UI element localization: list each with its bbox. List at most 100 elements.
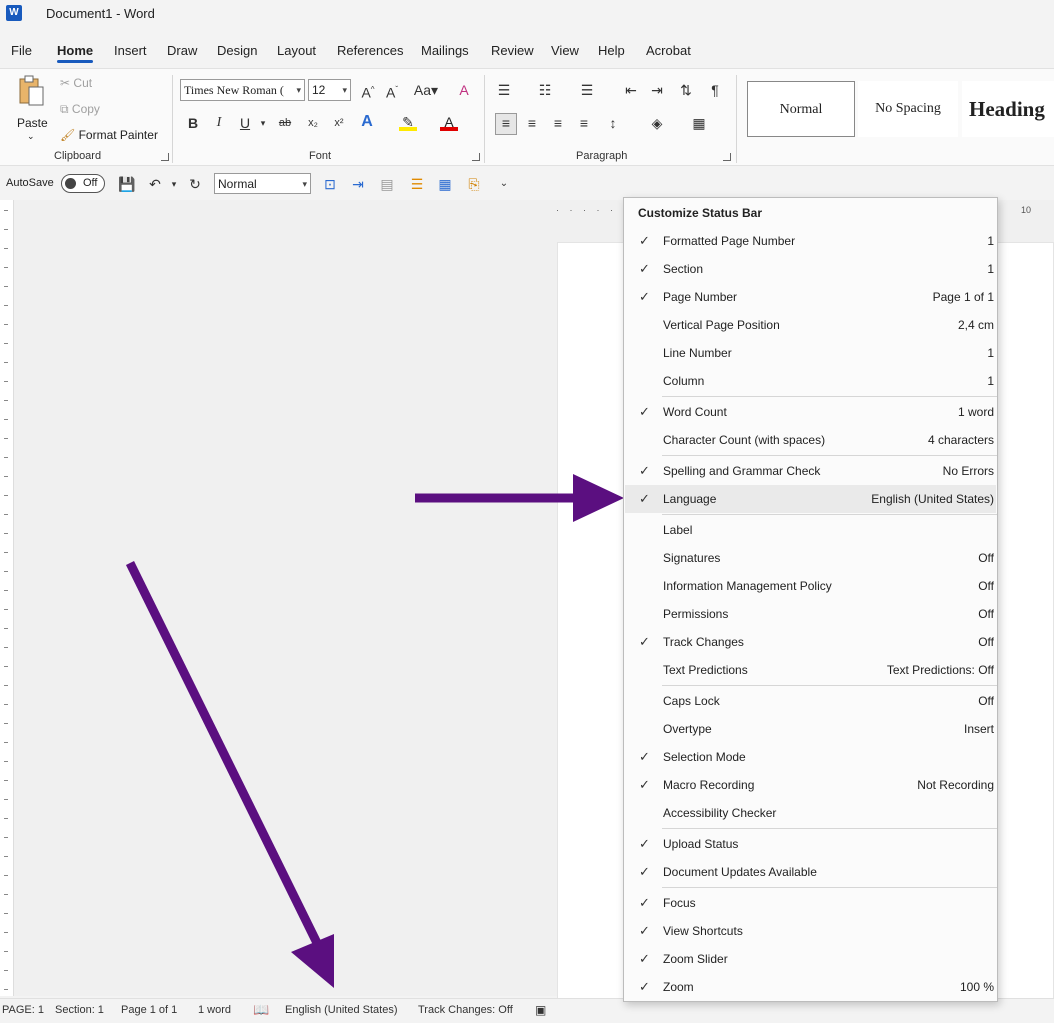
clipboard-launcher-icon[interactable] (161, 153, 169, 161)
customize-qat-icon[interactable]: ⌄ (495, 175, 513, 193)
autosave-toggle[interactable]: Off (61, 174, 105, 193)
menu-item-accessibility-checker[interactable]: Accessibility Checker (625, 799, 996, 827)
highlight-icon[interactable]: ✎ (399, 113, 417, 131)
menu-item-selection-mode[interactable]: ✓ Selection Mode (625, 743, 996, 771)
justify-icon[interactable]: ≡ (575, 114, 593, 132)
book-icon[interactable]: 📖 (253, 1002, 269, 1018)
menu-item-permissions[interactable]: Permissions Off (625, 600, 996, 628)
bullets-icon[interactable]: ☰ (495, 81, 513, 99)
tab-references[interactable]: References (337, 43, 403, 58)
paragraph-launcher-icon[interactable] (723, 153, 731, 161)
align-right-icon[interactable]: ≡ (549, 114, 567, 132)
status-page[interactable]: PAGE: 1 (2, 1004, 44, 1016)
menu-item-track-changes[interactable]: ✓ Track Changes Off (625, 628, 996, 656)
cut-button[interactable]: ✂ Cut (60, 76, 92, 90)
font-size-select[interactable]: 12 ▾ (308, 79, 351, 101)
menu-item-language[interactable]: ✓ Language English (United States) (625, 485, 996, 513)
borders-icon[interactable]: ▦ (690, 114, 708, 132)
menu-item-caps-lock[interactable]: Caps Lock Off (625, 687, 996, 715)
font-launcher-icon[interactable] (472, 153, 480, 161)
shrink-font-icon[interactable]: Aˇ (383, 81, 401, 101)
format-painter-button[interactable]: 🖌 Format Painter (60, 128, 158, 142)
menu-item-focus[interactable]: ✓ Focus (625, 889, 996, 917)
multilevel-list-icon[interactable]: ☰ (578, 81, 596, 99)
document-icon[interactable]: ▤ (378, 175, 396, 193)
align-left-icon[interactable]: ≡ (495, 113, 517, 135)
superscript-icon[interactable]: x² (330, 114, 348, 132)
menu-item-information-management-policy[interactable]: Information Management Policy Off (625, 572, 996, 600)
underline-button[interactable]: U (236, 114, 254, 132)
menu-item-character-count-with-spaces[interactable]: Character Count (with spaces) 4 character… (625, 426, 996, 454)
status-language[interactable]: English (United States) (285, 1004, 398, 1016)
align-center-icon[interactable]: ≡ (523, 114, 541, 132)
menu-item-document-updates-available[interactable]: ✓ Document Updates Available (625, 858, 996, 886)
bold-button[interactable]: B (184, 114, 202, 132)
style-heading[interactable]: Heading (962, 81, 1054, 137)
copy-button[interactable]: ⧉ Copy (60, 102, 100, 117)
shading-icon[interactable]: ◈ (648, 114, 666, 132)
chevron-down-icon[interactable]: ▾ (165, 175, 183, 193)
sort-icon[interactable]: ⇅ (677, 81, 695, 99)
menu-item-view-shortcuts[interactable]: ✓ View Shortcuts (625, 917, 996, 945)
menu-item-zoom-slider[interactable]: ✓ Zoom Slider (625, 945, 996, 973)
text-effects-icon[interactable]: A (358, 113, 376, 131)
menu-item-page-number[interactable]: ✓ Page Number Page 1 of 1 (625, 283, 996, 311)
tab-design[interactable]: Design (217, 43, 257, 58)
change-case-icon[interactable]: Aa▾ (412, 81, 440, 99)
accessibility-icon[interactable]: ▣ (535, 1003, 546, 1017)
undo-icon[interactable]: ↶ (146, 175, 164, 193)
tab-draw[interactable]: Draw (167, 43, 197, 58)
increase-indent-icon[interactable]: ⇥ (648, 81, 666, 99)
menu-item-word-count[interactable]: ✓ Word Count 1 word (625, 398, 996, 426)
menu-item-spelling-and-grammar-check[interactable]: ✓ Spelling and Grammar Check No Errors (625, 457, 996, 485)
table-icon[interactable]: ▦ (436, 175, 454, 193)
tab-acrobat[interactable]: Acrobat (646, 43, 691, 58)
status-page-of[interactable]: Page 1 of 1 (121, 1004, 177, 1016)
font-color-icon[interactable]: A (440, 113, 458, 131)
insert-icon[interactable]: ⎘ (465, 175, 483, 193)
tab-home[interactable]: Home (57, 43, 94, 63)
status-track-changes[interactable]: Track Changes: Off (418, 1004, 513, 1016)
tab-review[interactable]: Review (491, 43, 534, 58)
clear-formatting-icon[interactable]: A (455, 81, 473, 99)
menu-item-line-number[interactable]: Line Number 1 (625, 339, 996, 367)
redo-icon[interactable]: ↻ (186, 175, 204, 193)
style-select[interactable]: Normal ▾ (214, 173, 311, 194)
subscript-icon[interactable]: x₂ (304, 114, 322, 132)
tab-mailings[interactable]: Mailings (421, 43, 469, 58)
menu-item-text-predictions[interactable]: Text Predictions Text Predictions: Off (625, 656, 996, 684)
tab-layout[interactable]: Layout (277, 43, 316, 58)
paste-button[interactable]: Paste ⌄ (12, 75, 52, 145)
decrease-indent-icon[interactable]: ⇤ (622, 81, 640, 99)
tab-insert[interactable]: Insert (114, 43, 147, 58)
menu-item-signatures[interactable]: Signatures Off (625, 544, 996, 572)
menu-item-overtype[interactable]: Overtype Insert (625, 715, 996, 743)
font-name-select[interactable]: Times New Roman (▾ (180, 79, 305, 101)
indent-icon[interactable]: ⇥ (349, 175, 367, 193)
menu-item-vertical-page-position[interactable]: Vertical Page Position 2,4 cm (625, 311, 996, 339)
line-spacing-icon[interactable]: ↕ (604, 114, 622, 132)
menu-item-formatted-page-number[interactable]: ✓ Formatted Page Number 1 (625, 227, 996, 255)
list-icon[interactable]: ☰ (408, 175, 426, 193)
tab-help[interactable]: Help (598, 43, 625, 58)
style-no-spacing[interactable]: No Spacing (858, 81, 958, 137)
menu-item-upload-status[interactable]: ✓ Upload Status (625, 830, 996, 858)
menu-item-column[interactable]: Column 1 (625, 367, 996, 395)
chevron-down-icon[interactable]: ▾ (254, 114, 272, 132)
menu-item-zoom[interactable]: ✓ Zoom 100 % (625, 973, 996, 1001)
tab-file[interactable]: File (11, 43, 32, 58)
status-section[interactable]: Section: 1 (55, 1004, 104, 1016)
save-icon[interactable]: 💾 (118, 175, 136, 193)
grow-font-icon[interactable]: A^ (359, 81, 377, 101)
strikethrough-icon[interactable]: ab (276, 114, 294, 132)
pilcrow-icon[interactable]: ¶ (706, 81, 724, 99)
menu-item-section[interactable]: ✓ Section 1 (625, 255, 996, 283)
style-normal[interactable]: Normal (747, 81, 855, 137)
menu-item-macro-recording[interactable]: ✓ Macro Recording Not Recording (625, 771, 996, 799)
tab-view[interactable]: View (551, 43, 579, 58)
menu-item-label[interactable]: Label (625, 516, 996, 544)
italic-button[interactable]: I (210, 114, 228, 132)
numbering-icon[interactable]: ☷ (536, 81, 554, 99)
status-word-count[interactable]: 1 word (198, 1004, 231, 1016)
text-box-icon[interactable]: ⊡ (321, 175, 339, 193)
